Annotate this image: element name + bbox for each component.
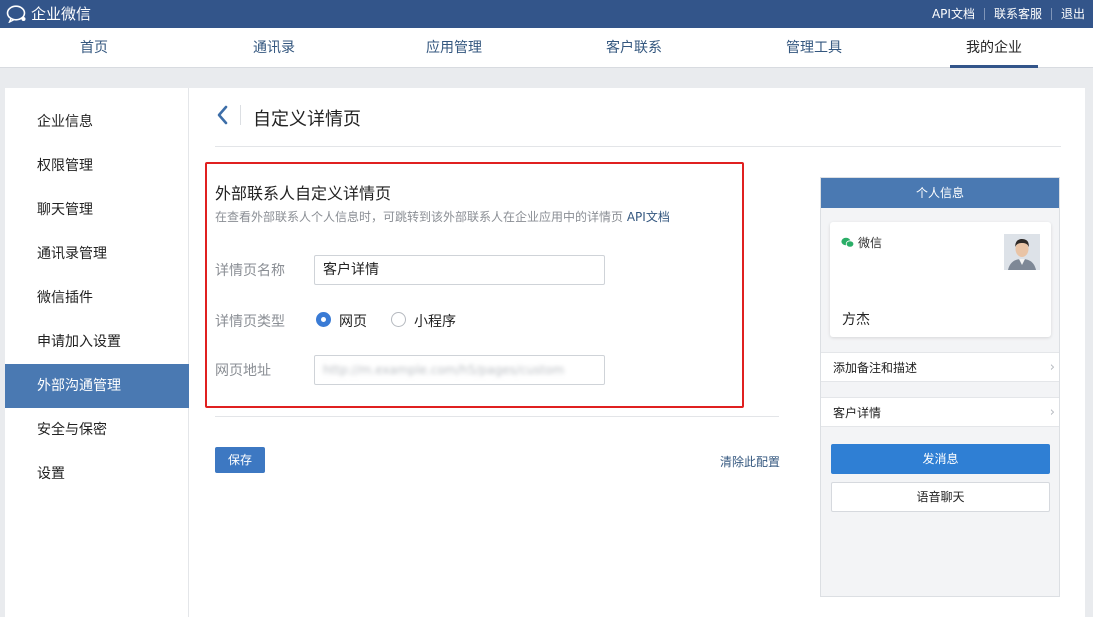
top-links: API文档 联系客服 退出 (932, 5, 1085, 22)
app-title: 企业微信 (31, 5, 92, 23)
sidebar-item-join-settings[interactable]: 申请加入设置 (5, 320, 189, 364)
url-input-value: http://m.example.com/h5/pages/custom (315, 356, 604, 384)
divider (1050, 7, 1052, 20)
api-docs-link[interactable]: API文档 (932, 5, 975, 22)
description-text: 在查看外部联系人个人信息时，可跳转到该外部联系人在企业应用中的详情页 (215, 210, 624, 224)
sidebar-item-external-communication[interactable]: 外部沟通管理 (5, 364, 189, 408)
type-label-miniprogram[interactable]: 小程序 (414, 311, 456, 331)
main-nav: 首页 通讯录 应用管理 客户联系 管理工具 我的企业 (0, 28, 1093, 68)
detail-name-label: 详情页名称 (215, 263, 285, 279)
sidebar-item-chat-management[interactable]: 聊天管理 (5, 188, 189, 232)
send-message-button[interactable]: 发消息 (831, 444, 1050, 474)
divider (215, 146, 1061, 147)
source-label: 微信 (858, 236, 883, 250)
contact-card: 微信 方杰 (830, 222, 1051, 337)
chevron-right-icon: › (1049, 360, 1055, 375)
sidebar-item-permissions[interactable]: 权限管理 (5, 144, 189, 188)
source-tag: 微信 (841, 234, 882, 251)
nav-management-tools[interactable]: 管理工具 (764, 28, 864, 68)
clear-config-link[interactable]: 清除此配置 (720, 453, 780, 470)
sidebar-item-settings[interactable]: 设置 (5, 452, 189, 496)
url-field[interactable]: http://m.example.com/h5/pages/custom (314, 355, 605, 385)
type-radio-miniprogram[interactable] (391, 312, 406, 327)
customer-detail-label: 客户详情 (833, 406, 882, 420)
sidebar-item-enterprise-info[interactable]: 企业信息 (5, 100, 189, 144)
sidebar-item-wechat-plugin[interactable]: 微信插件 (5, 276, 189, 320)
detail-type-label: 详情页类型 (215, 314, 285, 330)
sidebar-item-contacts-management[interactable]: 通讯录管理 (5, 232, 189, 276)
section-title: 外部联系人自定义详情页 (215, 184, 392, 203)
api-docs-inline-link[interactable]: API文档 (627, 210, 670, 224)
url-label: 网页地址 (215, 363, 271, 379)
detail-name-input[interactable]: 客户详情 (314, 255, 605, 285)
content-panel: 企业信息 权限管理 聊天管理 通讯录管理 微信插件 申请加入设置 外部沟通管理 … (5, 88, 1085, 617)
customer-detail-row[interactable]: 客户详情 › (821, 397, 1059, 427)
logout-link[interactable]: 退出 (1061, 5, 1085, 22)
contact-name: 方杰 (842, 312, 870, 328)
nav-my-enterprise[interactable]: 我的企业 (944, 28, 1044, 68)
contact-support-link[interactable]: 联系客服 (994, 5, 1042, 22)
wechat-icon (841, 237, 854, 248)
type-radio-webpage[interactable] (316, 312, 331, 327)
profile-preview: 个人信息 微信 方杰 添加备注和描述 › 客户详情 › 发消息 语音聊天 (820, 177, 1060, 597)
add-remark-row[interactable]: 添加备注和描述 › (821, 352, 1059, 382)
sidebar-item-security[interactable]: 安全与保密 (5, 408, 189, 452)
voice-chat-button[interactable]: 语音聊天 (831, 482, 1050, 512)
avatar (1004, 234, 1040, 270)
nav-app-management[interactable]: 应用管理 (404, 28, 504, 68)
add-remark-label: 添加备注和描述 (833, 361, 918, 375)
divider (215, 416, 779, 417)
divider (240, 105, 241, 125)
chat-bubble-icon (6, 4, 26, 23)
person-photo-icon (1004, 234, 1040, 270)
section-description: 在查看外部联系人个人信息时，可跳转到该外部联系人在企业应用中的详情页 API文档 (215, 208, 670, 225)
app-logo[interactable]: 企业微信 (6, 3, 91, 24)
nav-contacts[interactable]: 通讯录 (224, 28, 324, 68)
sidebar: 企业信息 权限管理 聊天管理 通讯录管理 微信插件 申请加入设置 外部沟通管理 … (5, 88, 189, 617)
chevron-left-icon (217, 105, 228, 125)
top-bar: 企业微信 API文档 联系客服 退出 (0, 0, 1093, 28)
preview-header: 个人信息 (821, 178, 1059, 208)
back-button[interactable] (211, 103, 235, 127)
type-label-webpage[interactable]: 网页 (339, 311, 367, 331)
nav-customer-contact[interactable]: 客户联系 (584, 28, 684, 68)
divider (983, 7, 985, 20)
page-title: 自定义详情页 (253, 109, 361, 130)
nav-home[interactable]: 首页 (44, 28, 144, 68)
chevron-right-icon: › (1049, 405, 1055, 420)
save-button[interactable]: 保存 (215, 447, 265, 473)
